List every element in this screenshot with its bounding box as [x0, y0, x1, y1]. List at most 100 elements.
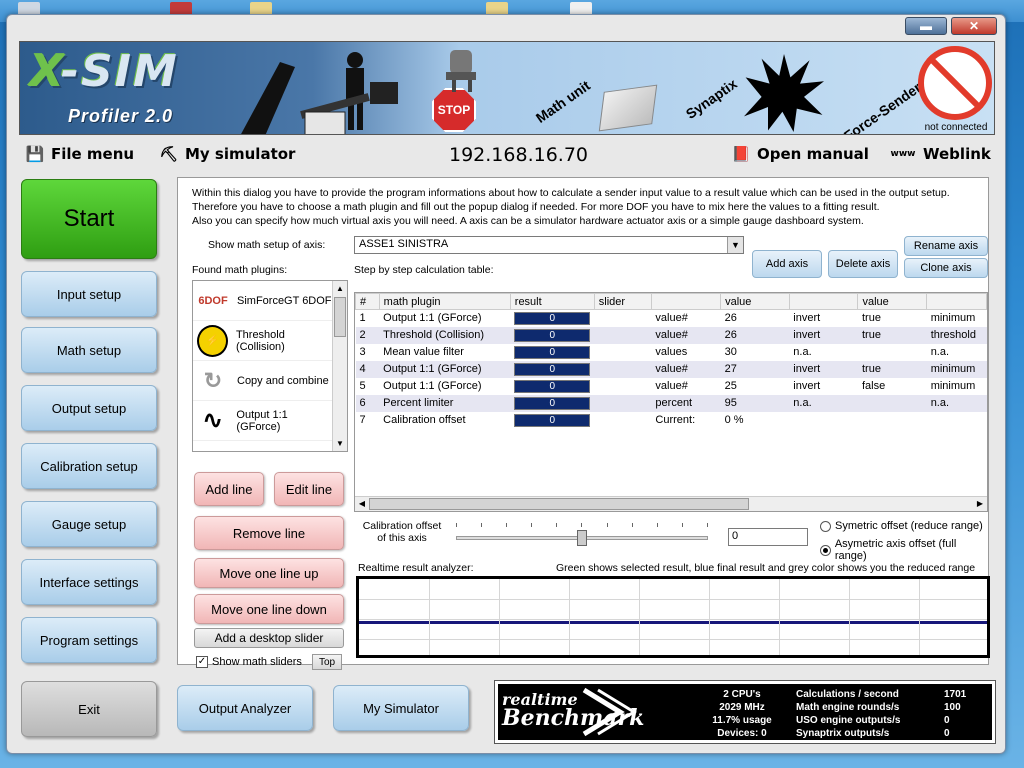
scroll-right-icon[interactable]: ▶ [973, 497, 987, 511]
plugin-name: Output 1:1 (GForce) [236, 408, 288, 433]
table-row[interactable]: 7 Calibration offset 0 Current: 0 % [356, 412, 987, 429]
radio-off-icon[interactable] [820, 520, 831, 532]
program-settings-button[interactable]: Program settings [21, 617, 157, 663]
output-analyzer-button[interactable]: Output Analyzer [177, 685, 313, 731]
add-desktop-slider-button[interactable]: Add a desktop slider [194, 628, 344, 648]
list-item[interactable]: 6DOF SimForceGT 6DOF [193, 281, 333, 321]
start-button[interactable]: Start [21, 179, 157, 259]
delete-axis-button[interactable]: Delete axis [828, 250, 898, 278]
weblink-label: Weblink [923, 145, 991, 163]
gauge-setup-button[interactable]: Gauge setup [21, 501, 157, 547]
top-button[interactable]: Top [312, 654, 342, 670]
table-cell: Percent limiter [379, 394, 511, 412]
edit-line-button[interactable]: Edit line [274, 472, 344, 506]
table-row[interactable]: 6 Percent limiter 0 percent 95 n.a. n.a. [355, 394, 987, 412]
column-header[interactable]: # [355, 293, 380, 310]
math-unit-chip-icon[interactable] [598, 84, 658, 132]
calibration-slider-thumb[interactable] [577, 530, 587, 546]
table-row[interactable]: 1 Output 1:1 (GForce) 0 value# 26 invert true m… [356, 310, 987, 327]
minimize-button[interactable]: ▬ [905, 17, 947, 35]
table-cell: 4 [355, 360, 380, 378]
table-cell: true [857, 326, 927, 344]
math-rounds-value: 100 [944, 702, 961, 713]
scroll-up-icon[interactable]: ▲ [333, 281, 347, 296]
profiler-version: Profiler 2.0 [68, 106, 174, 126]
scroll-left-icon[interactable]: ◀ [355, 497, 369, 511]
scroll-thumb[interactable] [369, 498, 749, 510]
column-header[interactable] [788, 293, 859, 310]
add-line-button[interactable]: Add line [194, 472, 264, 506]
plugin-list-scrollbar[interactable]: ▲ ▼ [332, 281, 347, 451]
column-header[interactable]: value [720, 293, 790, 310]
chevron-down-icon[interactable]: ▼ [727, 237, 743, 253]
open-manual-menu[interactable]: 📕 Open manual [731, 145, 869, 163]
table-cell: 2 [355, 326, 380, 344]
table-cell: value# [655, 312, 688, 325]
remove-line-button[interactable]: Remove line [194, 516, 344, 550]
calibration-setup-button[interactable]: Calibration setup [21, 443, 157, 489]
list-item[interactable]: ⚡ Threshold (Collision) [193, 321, 333, 361]
show-math-sliders-checkbox[interactable]: ✓ Show math sliders [196, 656, 302, 668]
column-header[interactable]: math plugin [378, 293, 511, 310]
add-axis-button[interactable]: Add axis [752, 250, 822, 278]
table-cell: 0 [510, 412, 594, 429]
my-simulator-menu[interactable]: ⛏ My simulator [159, 145, 295, 163]
synaptrix-outputs-value: 0 [944, 728, 950, 739]
clone-axis-button[interactable]: Clone axis [904, 258, 988, 278]
benchmark-chevron-icon [582, 687, 637, 737]
slider-ticks [456, 523, 708, 527]
plugin-list[interactable]: 6DOF SimForceGT 6DOF ⚡ Threshold (Collis… [192, 280, 348, 452]
checkbox-checked-icon[interactable]: ✓ [196, 656, 208, 668]
intro-line-2: Therefore you have to choose a math plug… [192, 201, 880, 213]
table-cell: Threshold (Collision) [379, 326, 511, 344]
column-header[interactable] [650, 293, 722, 310]
close-button[interactable]: ✕ [951, 17, 997, 35]
exit-button[interactable]: Exit [21, 681, 157, 737]
calibration-offset-input[interactable]: 0 [728, 528, 808, 546]
math-setup-button[interactable]: Math setup [21, 327, 157, 373]
table-row[interactable]: 3 Mean value filter 0 values 30 n.a. n.a. [356, 344, 987, 361]
scroll-down-icon[interactable]: ▼ [333, 436, 347, 451]
radio-on-icon[interactable] [820, 544, 831, 556]
table-row[interactable]: 5 Output 1:1 (GForce) 0 value# 25 invert false… [356, 378, 987, 395]
axis-select[interactable]: ASSE1 SINISTRA ▼ [354, 236, 744, 254]
table-cell: 0 [510, 326, 595, 344]
calculations-label: Calculations / second [796, 689, 899, 700]
list-item[interactable]: ↻ Copy and combine [193, 361, 333, 401]
list-item[interactable]: ∿ Output 1:1 (GForce) [193, 401, 333, 441]
file-menu[interactable]: 💾 File menu [25, 145, 134, 163]
weblink-menu[interactable]: www Weblink [889, 145, 991, 163]
table-cell: Calibration offset [383, 414, 466, 426]
input-setup-button[interactable]: Input setup [21, 271, 157, 317]
column-header[interactable]: result [509, 293, 595, 310]
table-cell [594, 344, 651, 361]
asymmetric-offset-label: Asymetric axis offset (full range) [834, 538, 957, 562]
column-header[interactable]: slider [593, 293, 652, 310]
table-cell: Current: [655, 414, 696, 426]
table-cell: value# [651, 326, 721, 344]
symmetric-offset-radio[interactable]: Symetric offset (reduce range) [820, 520, 983, 532]
table-cell: n.a. [926, 394, 987, 412]
move-line-down-button[interactable]: Move one line down [194, 594, 344, 624]
move-line-up-button[interactable]: Move one line up [194, 558, 344, 588]
not-connected-icon[interactable] [918, 46, 992, 120]
column-header[interactable] [926, 293, 987, 310]
show-setup-label: Show math setup of axis: [208, 239, 326, 251]
table-row[interactable]: 2 Threshold (Collision) 0 value# 26 invert tru… [355, 326, 987, 344]
xsim-profiler-window: ▬ ✕ X-SIM Profiler 2.0 STOP Math unit Sy… [6, 14, 1006, 754]
table-row[interactable]: 4 Output 1:1 (GForce) 0 value# 27 invert true m… [355, 360, 987, 378]
table-cell [594, 378, 651, 395]
column-header[interactable]: value [857, 293, 928, 310]
cpu-stats: 2 CPU's 2029 MHz 11.7% usage Devices: 0 [704, 688, 780, 740]
output-setup-button[interactable]: Output setup [21, 385, 157, 431]
table-cell [594, 310, 651, 327]
my-simulator-button[interactable]: My Simulator [333, 685, 469, 731]
scroll-thumb[interactable] [334, 297, 346, 337]
rename-axis-button[interactable]: Rename axis [904, 236, 988, 256]
table-horizontal-scrollbar[interactable]: ◀ ▶ [355, 496, 987, 511]
interface-settings-button[interactable]: Interface settings [21, 559, 157, 605]
table-cell: 1 [359, 312, 366, 325]
stop-icon[interactable]: STOP [432, 88, 476, 132]
show-math-sliders-label: Show math sliders [212, 656, 302, 668]
asymmetric-offset-radio[interactable]: Asymetric axis offset (full range) [820, 538, 988, 562]
